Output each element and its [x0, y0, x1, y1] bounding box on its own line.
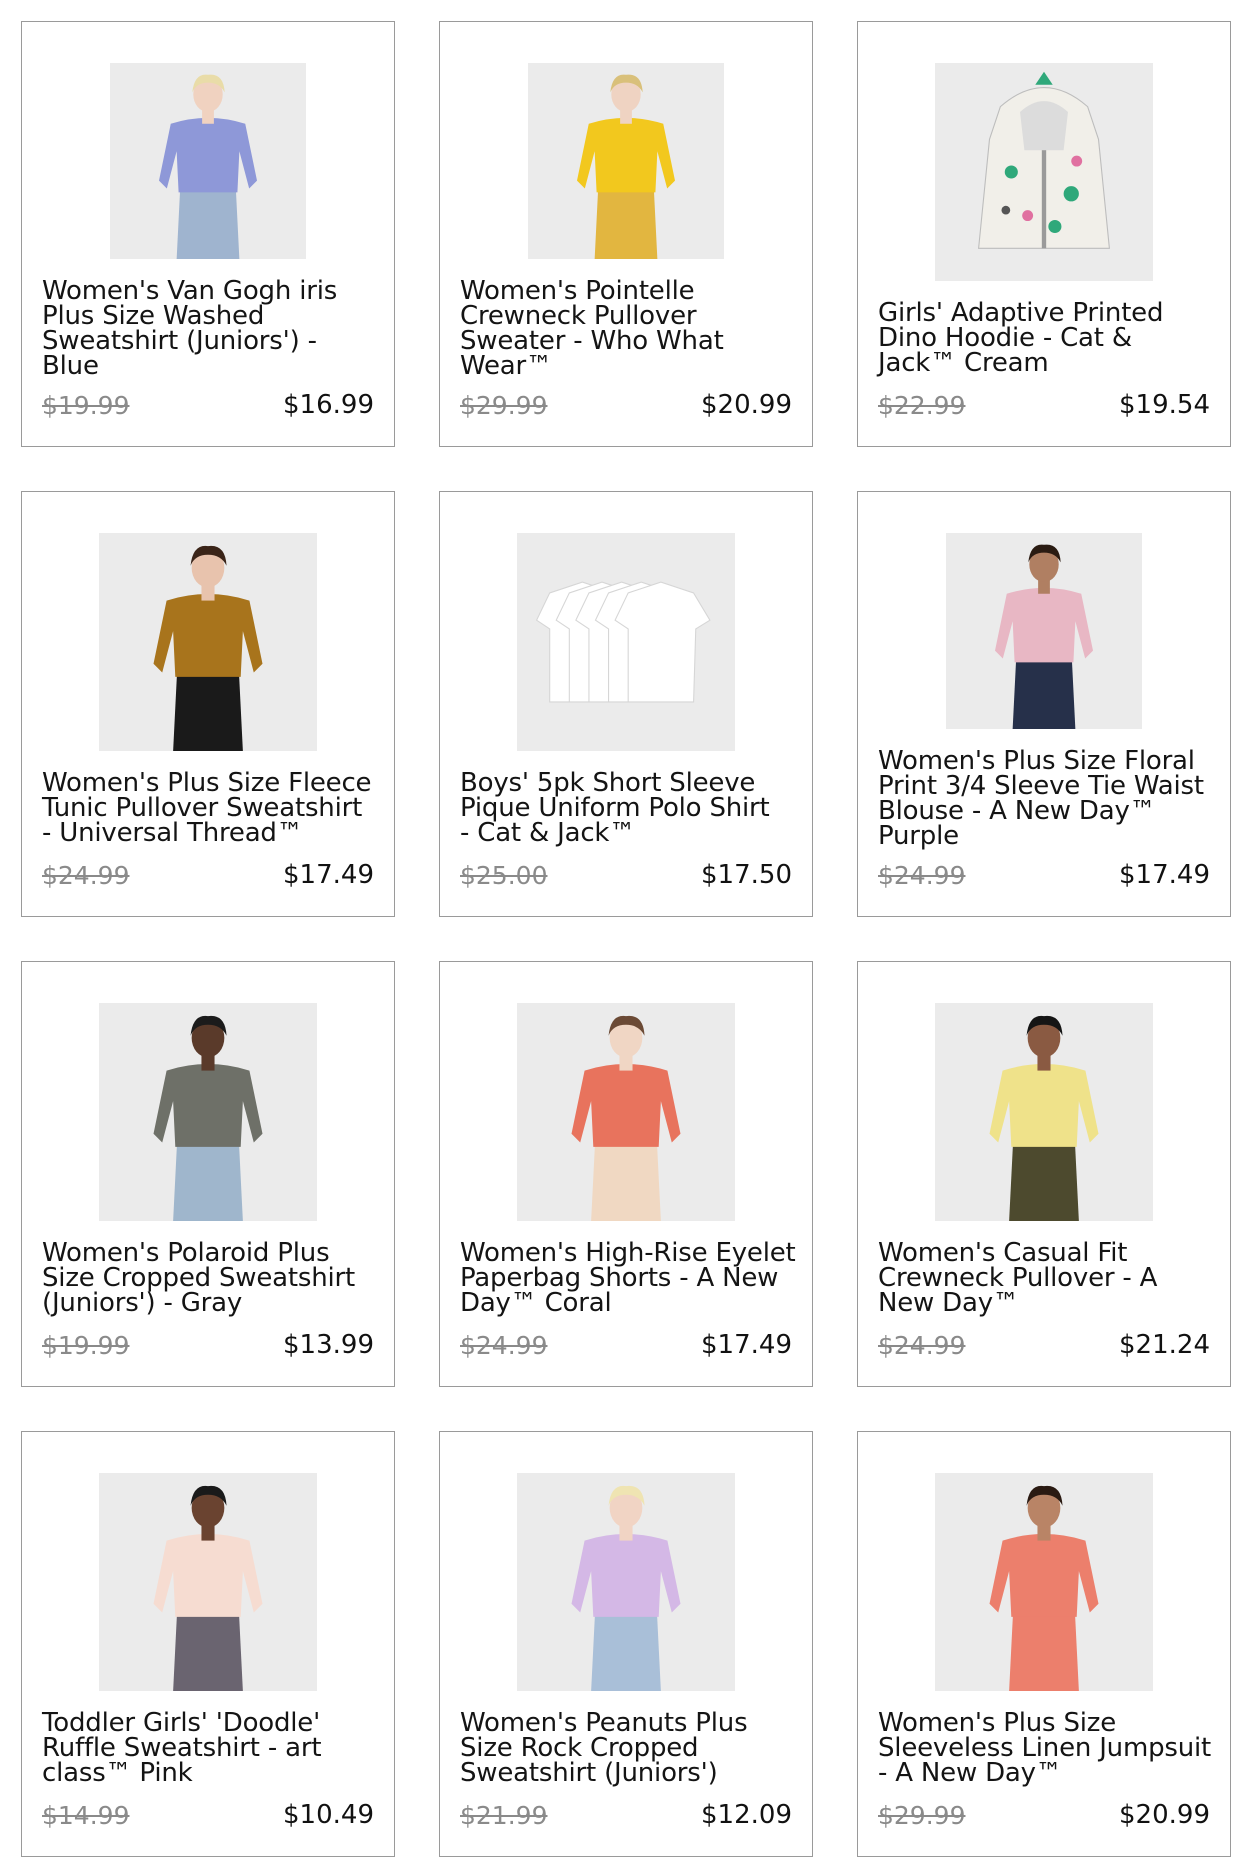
product-title[interactable]: Boys' 5pk Short Sleeve Pique Uniform Pol…: [460, 770, 796, 846]
sale-price: $20.99: [701, 390, 792, 420]
product-image[interactable]: [99, 1003, 317, 1221]
product-image[interactable]: [110, 63, 306, 259]
product-title[interactable]: Women's Casual Fit Crewneck Pullover - A…: [878, 1240, 1214, 1316]
sale-price: $17.49: [701, 1330, 792, 1360]
sale-price: $13.99: [283, 1330, 374, 1360]
original-price: $22.99: [878, 391, 966, 420]
product-title[interactable]: Girls' Adaptive Printed Dino Hoodie - Ca…: [878, 300, 1214, 376]
original-price: $29.99: [878, 1801, 966, 1830]
product-image[interactable]: [528, 63, 724, 259]
product-title[interactable]: Women's Van Gogh iris Plus Size Washed S…: [42, 278, 378, 379]
original-price: $25.00: [460, 861, 548, 890]
product-title[interactable]: Women's Pointelle Crewneck Pullover Swea…: [460, 278, 796, 379]
sale-price: $21.24: [1119, 1330, 1210, 1360]
product-card[interactable]: Toddler Girls' 'Doodle' Ruffle Sweatshir…: [21, 1431, 395, 1857]
product-card[interactable]: Boys' 5pk Short Sleeve Pique Uniform Pol…: [439, 491, 813, 917]
product-title[interactable]: Women's High-Rise Eyelet Paperbag Shorts…: [460, 1240, 796, 1316]
product-image[interactable]: [517, 1473, 735, 1691]
sale-price: $16.99: [283, 390, 374, 420]
original-price: $19.99: [42, 391, 130, 420]
product-title[interactable]: Women's Peanuts Plus Size Rock Cropped S…: [460, 1710, 796, 1786]
product-image[interactable]: [935, 1003, 1153, 1221]
original-price: $14.99: [42, 1801, 130, 1830]
sale-price: $19.54: [1119, 390, 1210, 420]
product-card[interactable]: Women's Peanuts Plus Size Rock Cropped S…: [439, 1431, 813, 1857]
product-card[interactable]: Women's High-Rise Eyelet Paperbag Shorts…: [439, 961, 813, 1387]
original-price: $24.99: [878, 861, 966, 890]
product-title[interactable]: Toddler Girls' 'Doodle' Ruffle Sweatshir…: [42, 1710, 378, 1786]
sale-price: $20.99: [1119, 1800, 1210, 1830]
product-card[interactable]: Women's Polaroid Plus Size Cropped Sweat…: [21, 961, 395, 1387]
product-title[interactable]: Women's Plus Size Sleeveless Linen Jumps…: [878, 1710, 1214, 1786]
product-card[interactable]: Women's Casual Fit Crewneck Pullover - A…: [857, 961, 1231, 1387]
product-card[interactable]: Girls' Adaptive Printed Dino Hoodie - Ca…: [857, 21, 1231, 447]
product-image[interactable]: [517, 1003, 735, 1221]
original-price: $24.99: [878, 1331, 966, 1360]
product-image[interactable]: [99, 533, 317, 751]
product-title[interactable]: Women's Plus Size Floral Print 3/4 Sleev…: [878, 748, 1214, 849]
original-price: $21.99: [460, 1801, 548, 1830]
product-image[interactable]: [946, 533, 1142, 729]
product-card[interactable]: Women's Plus Size Sleeveless Linen Jumps…: [857, 1431, 1231, 1857]
product-card[interactable]: Women's Van Gogh iris Plus Size Washed S…: [21, 21, 395, 447]
product-title[interactable]: Women's Polaroid Plus Size Cropped Sweat…: [42, 1240, 378, 1316]
sale-price: $17.49: [283, 860, 374, 890]
original-price: $24.99: [460, 1331, 548, 1360]
product-card[interactable]: Women's Plus Size Floral Print 3/4 Sleev…: [857, 491, 1231, 917]
product-image[interactable]: [935, 1473, 1153, 1691]
sale-price: $12.09: [701, 1800, 792, 1830]
product-image[interactable]: [517, 533, 735, 751]
original-price: $24.99: [42, 861, 130, 890]
sale-price: $10.49: [283, 1800, 374, 1830]
sale-price: $17.50: [701, 860, 792, 890]
original-price: $19.99: [42, 1331, 130, 1360]
original-price: $29.99: [460, 391, 548, 420]
product-image[interactable]: [935, 63, 1153, 281]
sale-price: $17.49: [1119, 860, 1210, 890]
product-card[interactable]: Women's Pointelle Crewneck Pullover Swea…: [439, 21, 813, 447]
product-card[interactable]: Women's Plus Size Fleece Tunic Pullover …: [21, 491, 395, 917]
product-image[interactable]: [99, 1473, 317, 1691]
product-grid: Women's Van Gogh iris Plus Size Washed S…: [0, 0, 1250, 1875]
product-title[interactable]: Women's Plus Size Fleece Tunic Pullover …: [42, 770, 378, 846]
